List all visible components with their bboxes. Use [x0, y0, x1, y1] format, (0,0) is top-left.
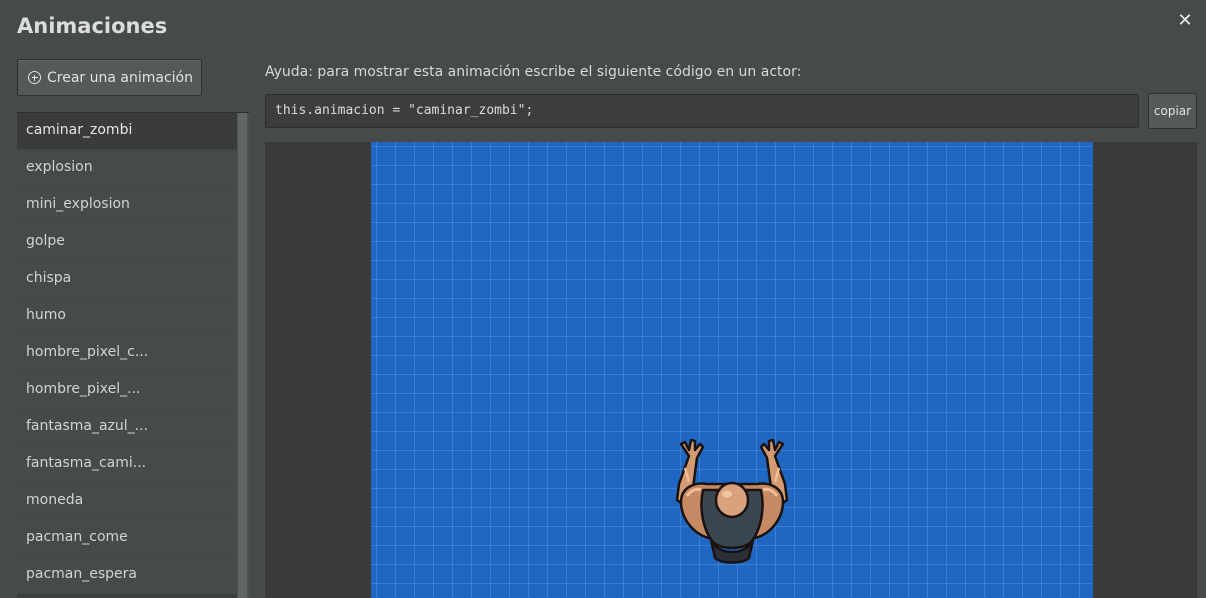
copy-button[interactable]: copiar: [1148, 93, 1197, 129]
plus-circle-icon: [28, 71, 41, 84]
list-scrollbar[interactable]: [237, 113, 249, 598]
list-item[interactable]: pacman_espera: [17, 557, 237, 594]
create-animation-button[interactable]: Crear una animación: [17, 59, 202, 96]
animations-dialog: Animaciones ✕ Crear una animación camina…: [0, 0, 1206, 598]
list-item[interactable]: humo: [17, 298, 237, 335]
list-item[interactable]: chispa: [17, 261, 237, 298]
dialog-title: Animaciones: [17, 14, 168, 38]
animation-preview: [265, 142, 1197, 598]
zombie-top-down-sprite-icon: [675, 438, 789, 564]
preview-canvas: [371, 142, 1093, 598]
list-item[interactable]: hombre_pixel_c...: [17, 335, 237, 372]
code-snippet-field[interactable]: this.animacion = "caminar_zombi";: [265, 94, 1139, 128]
list-item[interactable]: pacman_come: [17, 520, 237, 557]
list-scrollbar-thumb[interactable]: [238, 113, 247, 598]
list-item[interactable]: hombre_pixel_...: [17, 372, 237, 409]
list-item[interactable]: fantasma_cami...: [17, 446, 237, 483]
list-item[interactable]: caminar_zombi: [17, 113, 237, 150]
list-item[interactable]: fantasma_azul_...: [17, 409, 237, 446]
animation-list: caminar_zombi explosion mini_explosion g…: [17, 113, 237, 594]
list-item[interactable]: mini_explosion: [17, 187, 237, 224]
list-item[interactable]: explosion: [17, 150, 237, 187]
help-text: Ayuda: para mostrar esta animación escri…: [265, 64, 802, 80]
create-animation-label: Crear una animación: [47, 69, 193, 86]
animation-list-panel: caminar_zombi explosion mini_explosion g…: [17, 112, 249, 598]
close-icon[interactable]: ✕: [1175, 11, 1195, 31]
list-item[interactable]: moneda: [17, 483, 237, 520]
list-item[interactable]: golpe: [17, 224, 237, 261]
